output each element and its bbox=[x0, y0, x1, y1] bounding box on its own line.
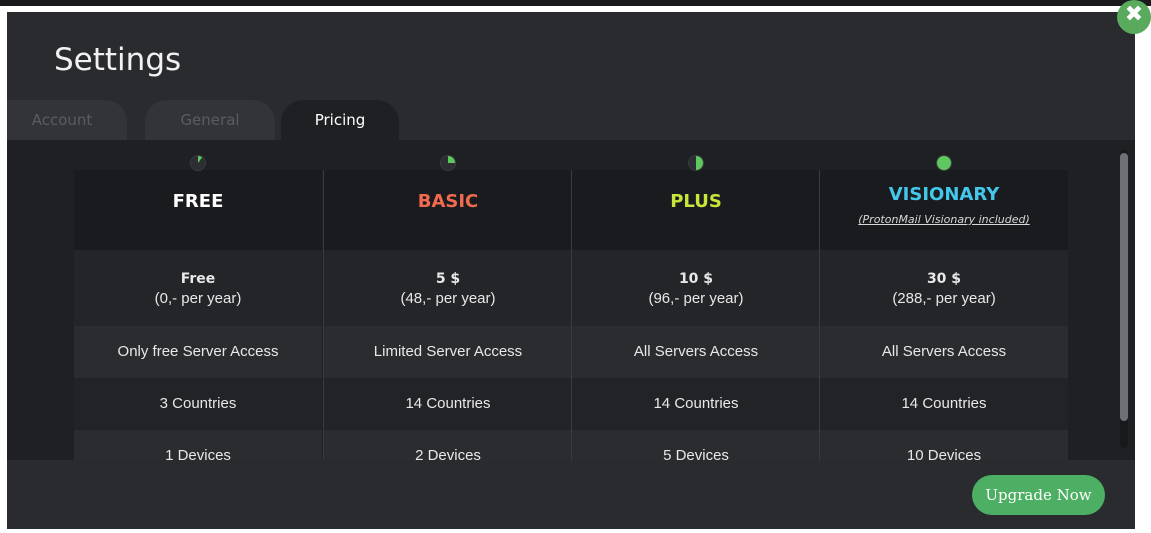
devices: 5 Devices bbox=[572, 430, 820, 460]
price-yearly: (288,- per year) bbox=[892, 290, 996, 307]
background-strip bbox=[0, 0, 1151, 6]
upgrade-now-button[interactable]: Upgrade Now bbox=[972, 475, 1105, 515]
plan-price: 5 $ (48,- per year) bbox=[324, 250, 572, 326]
plan-note-link[interactable]: (ProtonMail Visionary included) bbox=[820, 213, 1068, 226]
plan-price: 30 $ (288,- per year) bbox=[820, 250, 1068, 326]
price-amount: 5 $ bbox=[435, 271, 461, 287]
plan-name-label: PLUS bbox=[670, 191, 722, 212]
tab-pricing[interactable]: Pricing bbox=[281, 100, 399, 140]
plan-price: Free (0,- per year) bbox=[74, 250, 322, 326]
server-access: All Servers Access bbox=[572, 326, 820, 378]
plan-column-visionary: VISIONARY (ProtonMail Visionary included… bbox=[819, 156, 1068, 460]
countries: 14 Countries bbox=[324, 378, 572, 430]
plan-name: BASIC bbox=[324, 170, 572, 250]
close-icon[interactable]: ✖ bbox=[1117, 0, 1151, 34]
tab-account[interactable]: Account bbox=[7, 100, 127, 140]
pricing-panel: FREE Free (0,- per year) Only free Serve… bbox=[7, 140, 1135, 460]
pie-indicator-icon bbox=[937, 156, 951, 170]
dialog-footer: Upgrade Now bbox=[7, 460, 1135, 529]
server-access: Limited Server Access bbox=[324, 326, 572, 378]
plan-column-basic: BASIC 5 $ (48,- per year) Limited Server… bbox=[323, 156, 572, 460]
plan-column-plus: PLUS 10 $ (96,- per year) All Servers Ac… bbox=[571, 156, 820, 460]
countries: 14 Countries bbox=[820, 378, 1068, 430]
pie-indicator-icon bbox=[689, 156, 703, 170]
countries: 3 Countries bbox=[74, 378, 322, 430]
plan-name-label: VISIONARY bbox=[888, 184, 1000, 205]
plan-column-free: FREE Free (0,- per year) Only free Serve… bbox=[74, 156, 322, 460]
plan-name-label: FREE bbox=[172, 191, 224, 212]
price-amount: Free bbox=[180, 271, 216, 287]
server-access: All Servers Access bbox=[820, 326, 1068, 378]
settings-dialog: Settings Account General Pricing FREE Fr… bbox=[7, 12, 1135, 529]
tab-bar: Account General Pricing bbox=[7, 100, 427, 142]
pie-indicator-icon bbox=[441, 156, 455, 170]
dialog-title: Settings bbox=[54, 42, 182, 78]
devices: 1 Devices bbox=[74, 430, 322, 460]
plan-price: 10 $ (96,- per year) bbox=[572, 250, 820, 326]
scrollbar-thumb[interactable] bbox=[1120, 153, 1128, 421]
plan-name: VISIONARY (ProtonMail Visionary included… bbox=[820, 170, 1068, 250]
tab-general[interactable]: General bbox=[145, 100, 275, 140]
price-yearly: (48,- per year) bbox=[400, 290, 496, 307]
price-amount: 30 $ bbox=[926, 271, 962, 287]
devices: 2 Devices bbox=[324, 430, 572, 460]
server-access: Only free Server Access bbox=[74, 326, 322, 378]
plan-name: FREE bbox=[74, 170, 322, 250]
pie-indicator-icon bbox=[191, 156, 205, 170]
countries: 14 Countries bbox=[572, 378, 820, 430]
price-amount: 10 $ bbox=[678, 271, 714, 287]
plan-name-label: BASIC bbox=[417, 191, 479, 212]
devices: 10 Devices bbox=[820, 430, 1068, 460]
plan-name: PLUS bbox=[572, 170, 820, 250]
background-margin bbox=[1136, 6, 1151, 533]
price-yearly: (0,- per year) bbox=[154, 290, 242, 307]
price-yearly: (96,- per year) bbox=[648, 290, 744, 307]
